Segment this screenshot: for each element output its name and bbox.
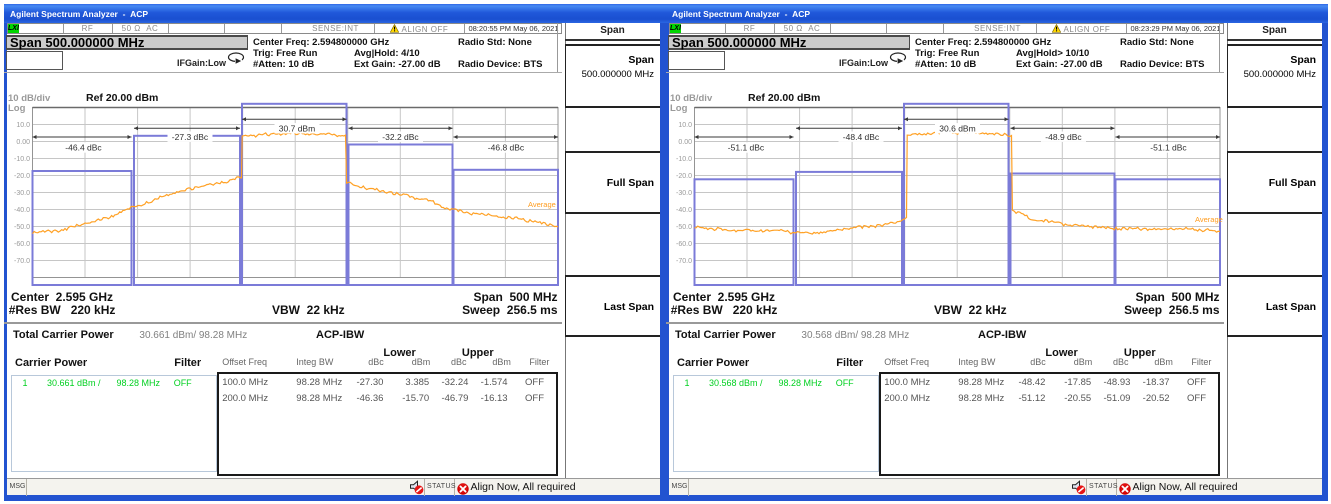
svg-text:-48.4 dBc: -48.4 dBc: [843, 132, 880, 142]
svg-text:30.6 dBm: 30.6 dBm: [939, 124, 975, 134]
svg-text:-30.0: -30.0: [676, 190, 692, 197]
svg-text:-10.0: -10.0: [676, 156, 692, 163]
svg-text:-51.1 dBc: -51.1 dBc: [728, 143, 765, 153]
svg-text:-48.9 dBc: -48.9 dBc: [1045, 132, 1082, 142]
svg-text:-32.2 dBc: -32.2 dBc: [382, 132, 419, 142]
svg-text:-60.0: -60.0: [676, 241, 692, 248]
svg-text:0.00: 0.00: [678, 139, 692, 146]
svg-text:-60.0: -60.0: [14, 241, 30, 248]
svg-text:-20.0: -20.0: [14, 173, 30, 180]
svg-text:-50.0: -50.0: [14, 224, 30, 231]
svg-text:10.0: 10.0: [16, 122, 30, 129]
svg-text:0.00: 0.00: [16, 139, 30, 146]
svg-text:30.7 dBm: 30.7 dBm: [279, 124, 315, 134]
svg-text:Average: Average: [528, 200, 556, 209]
svg-text:-70.0: -70.0: [676, 258, 692, 265]
svg-text:-51.1 dBc: -51.1 dBc: [1150, 143, 1187, 153]
svg-text:-20.0: -20.0: [676, 173, 692, 180]
svg-text:-40.0: -40.0: [14, 207, 30, 214]
svg-text:-46.8 dBc: -46.8 dBc: [488, 143, 525, 153]
svg-text:10.0: 10.0: [678, 122, 692, 129]
svg-text:-70.0: -70.0: [14, 258, 30, 265]
svg-text:-40.0: -40.0: [676, 207, 692, 214]
svg-text:Average: Average: [1195, 215, 1223, 224]
svg-text:-10.0: -10.0: [14, 156, 30, 163]
svg-text:-46.4 dBc: -46.4 dBc: [65, 143, 102, 153]
svg-text:-27.3 dBc: -27.3 dBc: [172, 132, 209, 142]
svg-text:-30.0: -30.0: [14, 190, 30, 197]
svg-text:-50.0: -50.0: [676, 224, 692, 231]
